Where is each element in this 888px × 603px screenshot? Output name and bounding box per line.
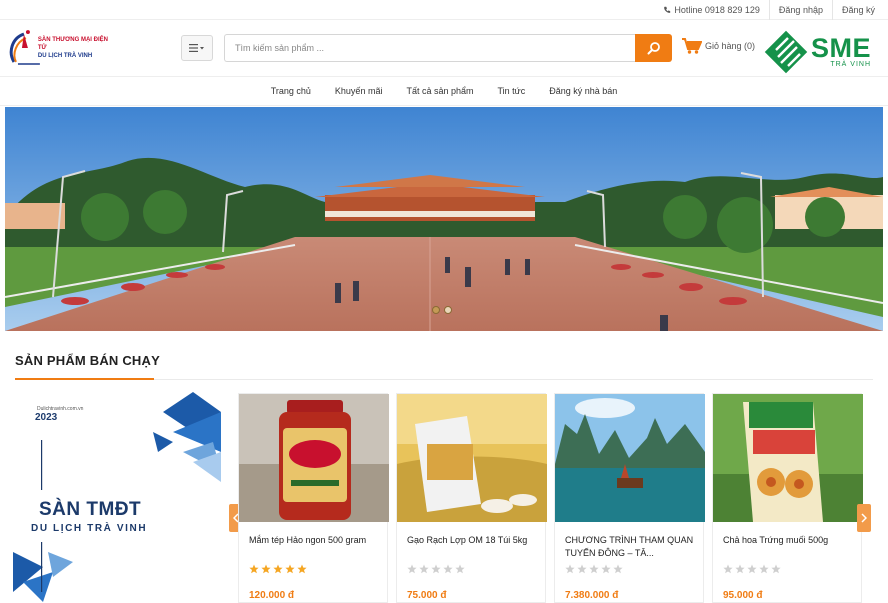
- star-icon: [747, 564, 757, 574]
- star-icon: [407, 564, 417, 574]
- category-menu-button[interactable]: [181, 35, 213, 61]
- sme-logo-icon: [764, 30, 808, 74]
- promo-title: SÀN TMĐT: [39, 499, 142, 520]
- product-image[interactable]: [239, 394, 389, 522]
- section-title-underline: [15, 378, 154, 380]
- hotline[interactable]: Hotline 0918 829 129: [654, 0, 769, 20]
- star-icon: [249, 564, 259, 574]
- product-card[interactable]: Chả hoa Trứng muối 500g 95.000 đ: [712, 393, 863, 603]
- product-price: 7.380.000 đ: [565, 590, 619, 601]
- nav-news[interactable]: Tin tức: [498, 86, 526, 96]
- top-bar: Hotline 0918 829 129 Đăng nhập Đăng ký: [0, 0, 888, 20]
- hero-banner[interactable]: [5, 107, 883, 331]
- login-link[interactable]: Đăng nhập: [768, 0, 832, 20]
- star-icon: [723, 564, 733, 574]
- product-rating: [249, 564, 307, 574]
- star-icon: [613, 564, 623, 574]
- star-icon: [735, 564, 745, 574]
- product-rating: [407, 564, 465, 574]
- star-icon: [285, 564, 295, 574]
- nav-seller-signup[interactable]: Đăng ký nhà bán: [549, 86, 617, 96]
- main-nav: Trang chủ Khuyến mãi Tất cả sản phẩm Tin…: [0, 76, 888, 106]
- section-title: SẢN PHẨM BÁN CHẠY: [15, 353, 160, 368]
- product-name[interactable]: Chả hoa Trứng muối 500g: [723, 534, 855, 547]
- banner-photo: [5, 107, 883, 331]
- promo-year: 2023: [35, 412, 58, 423]
- nav-home[interactable]: Trang chủ: [271, 86, 311, 96]
- chevron-right-icon: [861, 513, 867, 523]
- logo-line2: DU LỊCH TRÀ VINH: [37, 53, 93, 59]
- star-icon: [261, 564, 271, 574]
- product-card[interactable]: Mắm tép Hảo ngon 500 gram 120.000 đ: [238, 393, 389, 603]
- product-rating: [723, 564, 781, 574]
- star-icon: [419, 564, 429, 574]
- star-icon: [601, 564, 611, 574]
- cart-link[interactable]: Giỏ hàng (0): [682, 38, 755, 54]
- product-price: 75.000 đ: [407, 590, 447, 601]
- search-input[interactable]: [224, 34, 635, 62]
- star-icon: [443, 564, 453, 574]
- product-rating: [565, 564, 623, 574]
- star-icon: [589, 564, 599, 574]
- star-icon: [577, 564, 587, 574]
- star-icon: [455, 564, 465, 574]
- sme-logo[interactable]: SME TRÀ VINH: [764, 30, 871, 74]
- promo-graphic: [13, 392, 221, 602]
- logo-emblem-icon: [9, 30, 40, 65]
- logo-text: SÀN THƯƠNG MẠI ĐIỆN TỬ DU LỊCH TRÀ VINH: [38, 36, 118, 60]
- banner-dot-2[interactable]: [444, 306, 452, 314]
- header: SÀN THƯƠNG MẠI ĐIỆN TỬ DU LỊCH TRÀ VINH …: [0, 20, 888, 76]
- cart-label: Giỏ hàng (0): [705, 41, 756, 51]
- nav-promotions[interactable]: Khuyến mãi: [335, 86, 383, 96]
- best-sellers-section: SẢN PHẨM BÁN CHẠY Dulichtravinh.com.vn 2…: [5, 342, 883, 603]
- sme-brand-text: SME: [811, 33, 872, 63]
- product-image[interactable]: [397, 394, 547, 522]
- cart-icon: [682, 38, 702, 54]
- search-icon: [647, 42, 660, 55]
- product-price: 95.000 đ: [723, 590, 763, 601]
- star-icon: [297, 564, 307, 574]
- product-card[interactable]: Gạo Rạch Lợp OM 18 Túi 5kg 75.000 đ: [396, 393, 547, 603]
- search-button[interactable]: [635, 34, 672, 62]
- star-icon: [273, 564, 283, 574]
- hotline-text: Hotline 0918 829 129: [674, 4, 760, 15]
- product-image[interactable]: [713, 394, 863, 522]
- nav-all-products[interactable]: Tất cả sản phẩm: [406, 86, 473, 96]
- banner-dot-1[interactable]: [432, 306, 440, 314]
- carousel-next-button[interactable]: [857, 504, 871, 532]
- register-link[interactable]: Đăng ký: [831, 0, 884, 20]
- menu-icon: [189, 44, 204, 52]
- search-bar: [224, 34, 672, 62]
- product-card[interactable]: CHƯƠNG TRÌNH THAM QUAN TUYẾN ĐÔNG – TÂ..…: [554, 393, 705, 603]
- site-logo[interactable]: SÀN THƯƠNG MẠI ĐIỆN TỬ DU LỊCH TRÀ VINH: [8, 24, 118, 72]
- logo-line1: SÀN THƯƠNG MẠI ĐIỆN TỬ: [37, 37, 108, 51]
- product-name[interactable]: CHƯƠNG TRÌNH THAM QUAN TUYẾN ĐÔNG – TÂ..…: [565, 534, 697, 560]
- product-price: 120.000 đ: [249, 590, 295, 601]
- star-icon: [565, 564, 575, 574]
- star-icon: [759, 564, 769, 574]
- product-carousel: Mắm tép Hảo ngon 500 gram 120.000 đ Gạo …: [238, 393, 868, 603]
- product-name[interactable]: Mắm tép Hảo ngon 500 gram: [249, 534, 381, 547]
- sme-brand-sub: TRÀ VINH: [830, 61, 872, 68]
- phone-icon: [664, 6, 671, 13]
- promo-banner[interactable]: Dulichtravinh.com.vn 2023 SÀN TMĐT DU LỊ…: [13, 392, 221, 602]
- product-image[interactable]: [555, 394, 705, 522]
- banner-pagination: [432, 306, 452, 314]
- star-icon: [771, 564, 781, 574]
- star-icon: [431, 564, 441, 574]
- promo-subtitle: DU LỊCH TRÀ VINH: [31, 523, 148, 534]
- product-name[interactable]: Gạo Rạch Lợp OM 18 Túi 5kg: [407, 534, 539, 547]
